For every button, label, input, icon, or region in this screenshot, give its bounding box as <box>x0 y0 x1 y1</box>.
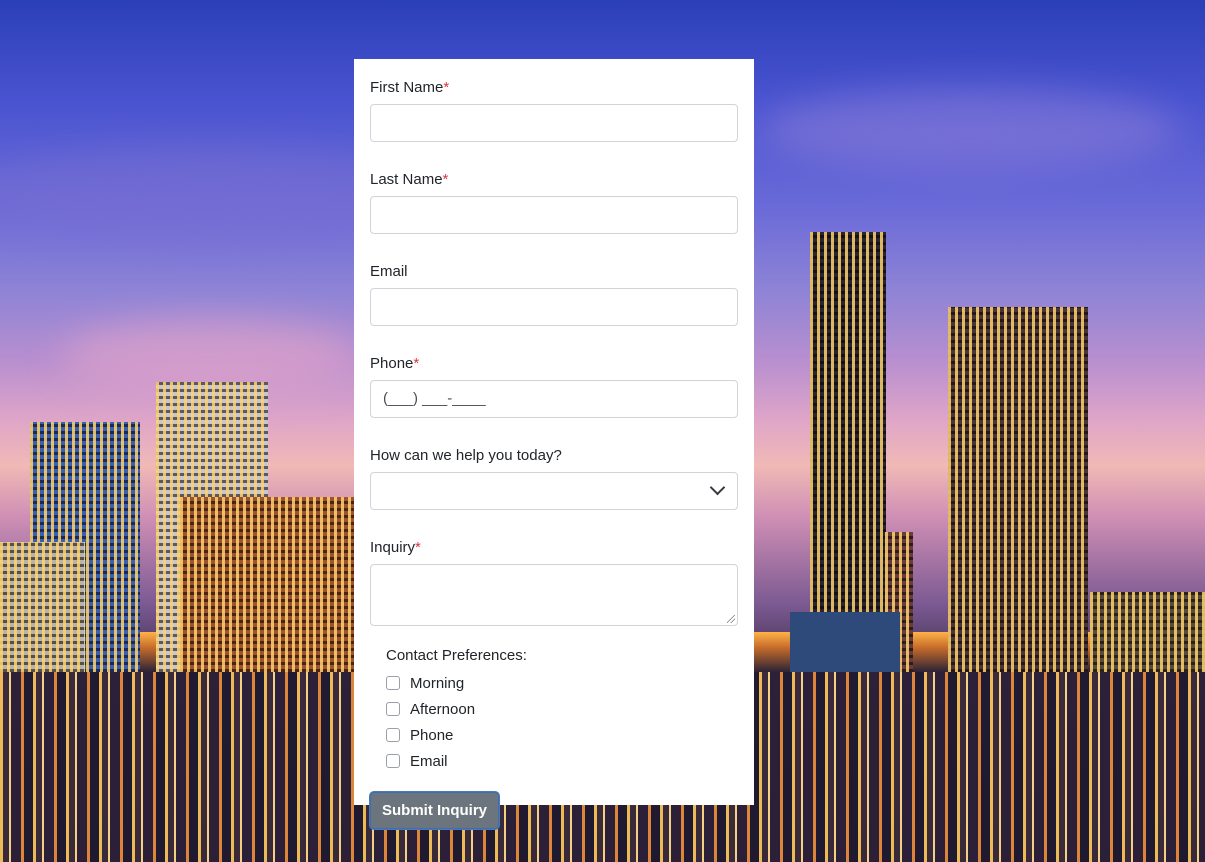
first-name-label: First Name* <box>370 78 738 98</box>
phone-input[interactable]: (___) ___-____ <box>370 380 738 418</box>
phone-checkbox-label[interactable]: Phone <box>410 727 453 744</box>
last-name-input[interactable] <box>370 196 738 234</box>
contact-preferences: Contact Preferences: Morning Afternoon P… <box>370 645 738 774</box>
help-select-field: How can we help you today? <box>370 446 738 510</box>
phone-checkbox[interactable] <box>386 728 400 742</box>
email-checkbox-label[interactable]: Email <box>410 753 448 770</box>
first-name-field: First Name* <box>370 78 738 142</box>
inquiry-textarea[interactable] <box>370 564 738 626</box>
contact-preferences-title: Contact Preferences: <box>386 647 527 664</box>
checkbox-row-morning[interactable]: Morning <box>386 670 738 696</box>
first-name-input[interactable] <box>370 104 738 142</box>
required-asterisk: * <box>415 539 421 556</box>
phone-field: Phone* (___) ___-____ <box>370 354 738 418</box>
email-field: Email <box>370 262 738 326</box>
first-name-label-text: First Name <box>370 79 444 96</box>
required-asterisk: * <box>442 171 449 188</box>
phone-label: Phone* <box>370 354 738 374</box>
email-checkbox[interactable] <box>386 754 400 768</box>
inquiry-form: First Name* Last Name* Email Phone* (___… <box>354 59 754 829</box>
phone-label-text: Phone <box>370 355 414 372</box>
checkbox-row-email[interactable]: Email <box>386 748 738 774</box>
morning-checkbox[interactable] <box>386 676 400 690</box>
afternoon-checkbox[interactable] <box>386 702 400 716</box>
checkbox-row-afternoon[interactable]: Afternoon <box>386 696 738 722</box>
submit-inquiry-button[interactable]: Submit Inquiry <box>370 792 499 829</box>
chevron-down-icon <box>709 479 726 496</box>
resize-grip-icon[interactable] <box>727 615 735 623</box>
email-label: Email <box>370 263 408 280</box>
help-select-label: How can we help you today? <box>370 447 562 464</box>
required-asterisk: * <box>413 355 420 372</box>
inquiry-label-text: Inquiry <box>370 539 416 556</box>
afternoon-checkbox-label[interactable]: Afternoon <box>410 701 475 718</box>
email-input[interactable] <box>370 288 738 326</box>
last-name-label-text: Last Name <box>370 171 443 188</box>
checkbox-row-phone[interactable]: Phone <box>386 722 738 748</box>
morning-checkbox-label[interactable]: Morning <box>410 675 464 692</box>
inquiry-label: Inquiry* <box>370 538 738 558</box>
inquiry-field: Inquiry* <box>370 538 738 626</box>
last-name-field: Last Name* <box>370 170 738 234</box>
last-name-label: Last Name* <box>370 170 738 190</box>
required-asterisk: * <box>443 79 450 96</box>
help-select[interactable] <box>370 472 738 510</box>
